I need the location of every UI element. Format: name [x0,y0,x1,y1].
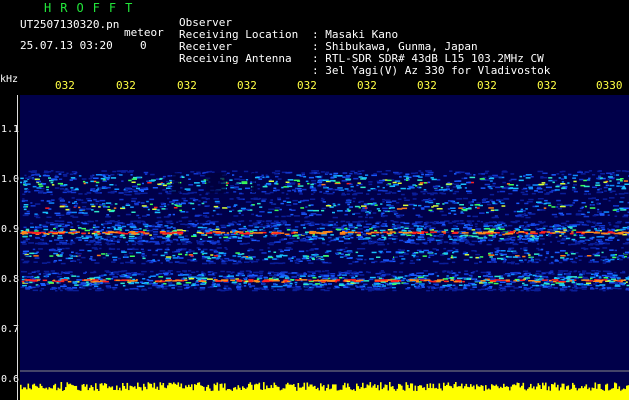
time-tick-label: 032 [417,79,437,92]
time-tick-label: 0330 [596,79,623,92]
mode-tag: meteor [124,26,164,39]
app-brand: HROFFT [44,1,142,15]
time-tick-label: 032 [537,79,557,92]
info-label: Receiving Antenna [179,52,292,65]
timestamp: 25.07.13 03:20 [20,39,113,52]
time-tick-label: 032 [477,79,497,92]
time-tick-label: 032 [55,79,75,92]
meteor-count: 0 [140,39,147,52]
time-tick-label: 032 [237,79,257,92]
time-tick-label: 032 [116,79,136,92]
spectrogram-canvas [20,95,629,400]
y-axis-line [17,95,18,400]
info-row-antenna: Receiving Antenna : 3el Yagi(V) Az 330 f… [179,41,550,77]
spectrogram [20,95,629,400]
time-tick-label: 032 [357,79,377,92]
y-axis-unit: kHz [0,74,19,85]
time-tick-label: 032 [177,79,197,92]
info-value: : 3el Yagi(V) Az 330 for Vladivostok [312,64,551,77]
time-tick-label: 032 [297,79,317,92]
file-name: UT2507130320.pn [20,18,120,31]
